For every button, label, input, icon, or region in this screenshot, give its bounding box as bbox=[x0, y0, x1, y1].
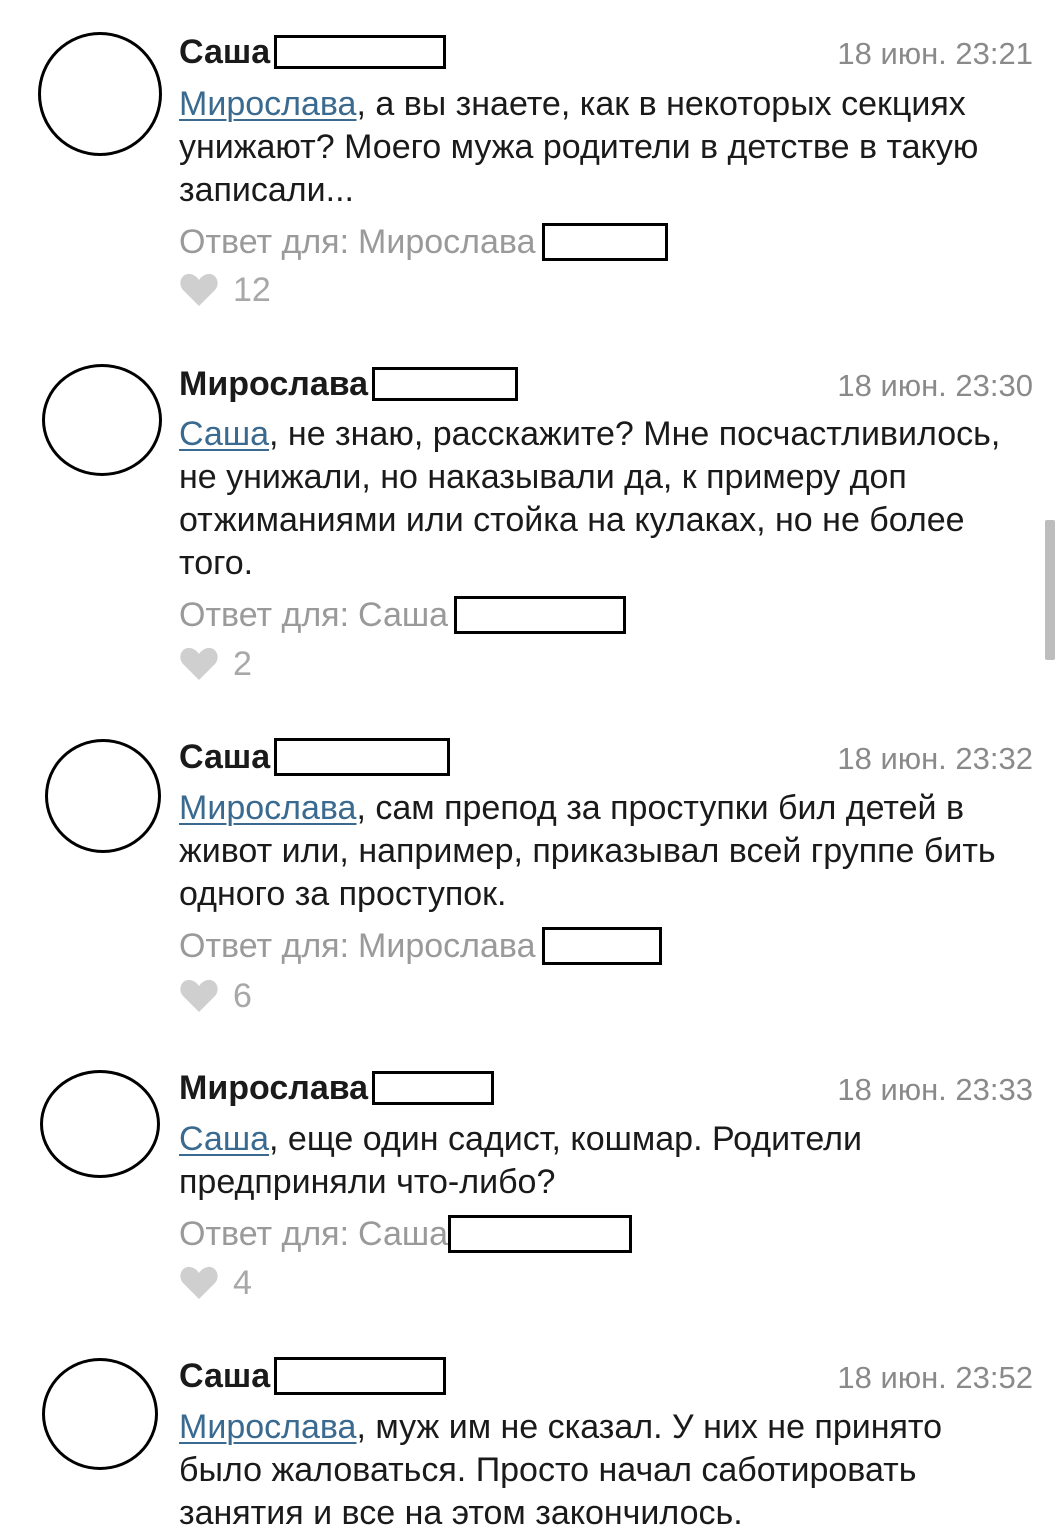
like-button[interactable]: 12 bbox=[179, 270, 271, 310]
reply-to: Ответ для: Мирослава bbox=[179, 924, 662, 968]
like-count: 6 bbox=[233, 976, 252, 1015]
comment-text: Мирослава, муж им не сказал. У них не пр… bbox=[179, 1406, 1034, 1535]
timestamp: 18 июн. 23:52 bbox=[837, 1360, 1033, 1395]
comment-header: Саша bbox=[179, 737, 451, 777]
author-name[interactable]: Саша bbox=[179, 737, 270, 777]
heart-icon bbox=[180, 979, 218, 1012]
reply-prefix: Ответ для: bbox=[179, 595, 350, 634]
heart-icon bbox=[180, 647, 218, 680]
author-name[interactable]: Саша bbox=[179, 1356, 270, 1396]
author-name[interactable]: Мирослава bbox=[179, 364, 368, 404]
timestamp: 18 июн. 23:33 bbox=[837, 1072, 1033, 1107]
avatar[interactable] bbox=[42, 1358, 158, 1470]
timestamp: 18 июн. 23:30 bbox=[837, 368, 1033, 403]
redacted-box bbox=[372, 367, 519, 401]
comment-text: Саша, не знаю, расскажите? Мне посчастли… bbox=[179, 413, 1034, 585]
timestamp: 18 июн. 23:32 bbox=[837, 741, 1033, 776]
avatar[interactable] bbox=[42, 364, 162, 476]
reply-to-name[interactable]: Саша bbox=[358, 596, 448, 635]
comment-text: Мирослава, а вы знаете, как в некоторых … bbox=[179, 83, 1034, 212]
mention-link[interactable]: Мирослава bbox=[179, 789, 356, 827]
redacted-box bbox=[274, 35, 447, 69]
reply-to: Ответ для: Мирослава bbox=[179, 220, 668, 264]
mention-link[interactable]: Саша bbox=[179, 1120, 269, 1158]
comment-header: Саша bbox=[179, 32, 447, 72]
like-button[interactable]: 4 bbox=[179, 1263, 252, 1303]
mention-link[interactable]: Мирослава bbox=[179, 85, 356, 123]
like-count: 12 bbox=[233, 270, 271, 309]
reply-to: Ответ для: Саша bbox=[179, 593, 627, 637]
author-name[interactable]: Саша bbox=[179, 32, 270, 72]
timestamp: 18 июн. 23:21 bbox=[837, 36, 1033, 71]
redacted-box bbox=[372, 1071, 495, 1105]
like-button[interactable]: 6 bbox=[179, 976, 252, 1016]
avatar[interactable] bbox=[38, 32, 162, 156]
like-count: 2 bbox=[233, 644, 252, 683]
reply-to-name[interactable]: Мирослава bbox=[358, 927, 535, 966]
comment-text: Саша, еще один садист, кошмар. Родители … bbox=[179, 1118, 1034, 1204]
redacted-box bbox=[454, 596, 627, 634]
avatar[interactable] bbox=[40, 1070, 160, 1178]
reply-prefix: Ответ для: bbox=[179, 222, 350, 261]
reply-prefix: Ответ для: bbox=[179, 926, 350, 965]
comments-page: { "comments": [ { "author": "Саша", "tim… bbox=[0, 0, 1055, 1540]
redacted-box bbox=[541, 223, 668, 261]
like-button[interactable]: 2 bbox=[179, 644, 252, 684]
scrollbar[interactable] bbox=[1045, 520, 1055, 660]
reply-to-name[interactable]: Мирослава bbox=[358, 223, 535, 262]
avatar[interactable] bbox=[45, 739, 161, 853]
mention-link[interactable]: Мирослава bbox=[179, 1408, 356, 1446]
redacted-box bbox=[448, 1215, 633, 1253]
redacted-box bbox=[274, 738, 451, 776]
reply-to: Ответ для: Саша bbox=[179, 1212, 633, 1256]
author-name[interactable]: Мирослава bbox=[179, 1068, 368, 1108]
heart-icon bbox=[180, 1266, 218, 1299]
like-count: 4 bbox=[233, 1263, 252, 1302]
comment-body: , не знаю, расскажите? Мне посчастливило… bbox=[179, 415, 1001, 582]
comment-body: , еще один садист, кошмар. Родители пред… bbox=[179, 1120, 862, 1201]
redacted-box bbox=[541, 927, 662, 965]
redacted-box bbox=[274, 1357, 447, 1395]
comment-header: Мирослава bbox=[179, 1068, 495, 1108]
reply-to-name[interactable]: Саша bbox=[358, 1215, 448, 1254]
comment-text: Мирослава, сам препод за проступки бил д… bbox=[179, 787, 1034, 916]
comment-header: Мирослава bbox=[179, 364, 519, 404]
comment-header: Саша bbox=[179, 1356, 447, 1396]
heart-icon bbox=[180, 273, 218, 306]
reply-prefix: Ответ для: bbox=[179, 1214, 350, 1253]
mention-link[interactable]: Саша bbox=[179, 415, 269, 453]
